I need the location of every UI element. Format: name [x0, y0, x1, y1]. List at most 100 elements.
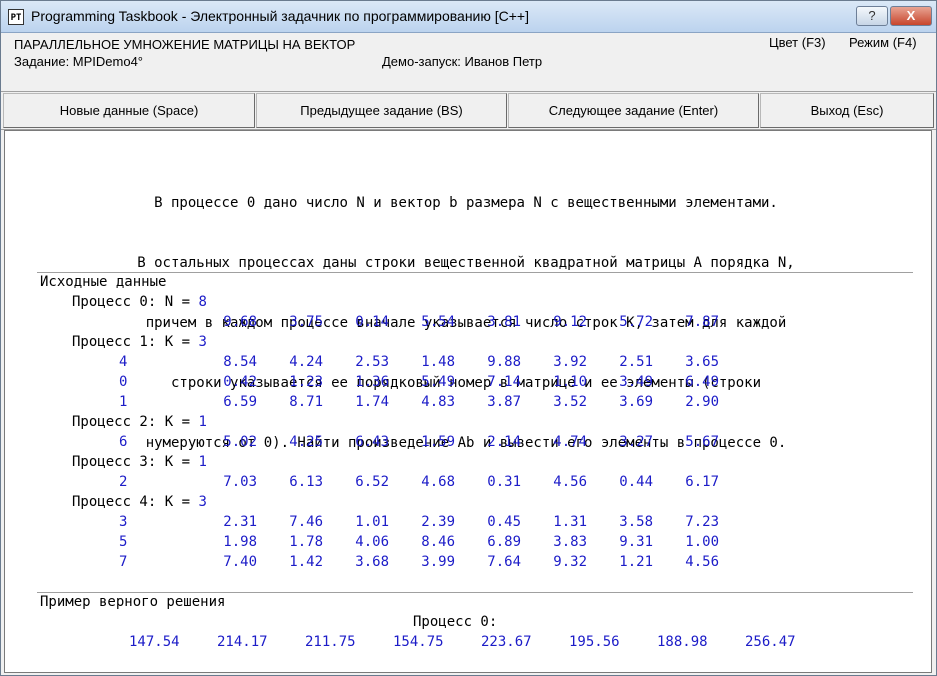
matrix-row: 4 8.54 4.24 2.53 1.48 9.88 3.92 2.51 3.65 [5, 352, 925, 372]
matrix-row: 2 7.03 6.13 6.52 4.68 0.31 4.56 0.44 6.17 [5, 472, 925, 492]
value-cell: 1.59 [421, 434, 455, 450]
value-cell: 1.74 [355, 394, 389, 410]
value-cell: 2.14 [487, 434, 521, 450]
process-0-header: Процесс 0: N = 8 [5, 292, 925, 312]
result-value: 214.17 [217, 634, 268, 650]
value-cell: 3.92 [553, 354, 587, 370]
process-label: Процесс 2: K = [72, 414, 199, 430]
window-title: Programming Taskbook - Электронный задач… [31, 8, 529, 24]
value-cell: 7.14 [487, 374, 521, 390]
exit-button[interactable]: Выход (Esc) [760, 93, 934, 128]
value-cell: 1.01 [355, 514, 389, 530]
value-cell: 8.71 [289, 394, 323, 410]
value-cell: 3.87 [487, 394, 521, 410]
value-cell: 2.39 [421, 514, 455, 530]
description-line: В процессе 0 дано число N и вектор b раз… [154, 195, 778, 211]
value-cell: 0.42 [223, 374, 257, 390]
value-cell: 1.36 [355, 374, 389, 390]
value-cell: 2.51 [619, 354, 653, 370]
help-button[interactable]: ? [856, 6, 888, 26]
close-button[interactable]: X [890, 6, 932, 26]
value-cell: 6.43 [355, 434, 389, 450]
result-value: 223.67 [481, 634, 532, 650]
color-mode-link[interactable]: Цвет (F3) [769, 35, 826, 50]
task-title: ПАРАЛЛЕЛЬНОЕ УМНОЖЕНИЕ МАТРИЦЫ НА ВЕКТОР [14, 37, 356, 52]
value-cell: 6.89 [487, 534, 521, 550]
description-line: В остальных процессах даны строки вещест… [137, 255, 795, 271]
value-cell: 5.02 [223, 434, 257, 450]
solution-values-row: 147.54 214.17 211.75 154.75 223.67 195.56 188.… [5, 632, 925, 652]
result-value: 147.54 [129, 634, 180, 650]
matrix-row: 3 2.31 7.46 1.01 2.39 0.45 1.31 3.58 7.23 [5, 512, 925, 532]
value-cell: 1.23 [289, 374, 323, 390]
value-cell: 7.64 [487, 554, 521, 570]
value-cell: 2.53 [355, 354, 389, 370]
matrix-row: 1 6.59 8.71 1.74 4.83 3.87 3.52 3.69 2.90 [5, 392, 925, 412]
value-cell: 7.23 [685, 514, 719, 530]
count-value: 1 [198, 414, 207, 430]
row-index: 7 [119, 554, 128, 570]
value-cell: 1.98 [223, 534, 257, 550]
value-cell: 5.72 [619, 314, 653, 330]
matrix-row: 7 7.40 1.42 3.68 3.99 7.64 9.32 1.21 4.56 [5, 552, 925, 572]
value-cell: 4.06 [355, 534, 389, 550]
application-window: PT Programming Taskbook - Электронный за… [0, 0, 937, 676]
value-cell: 2.90 [685, 394, 719, 410]
value-cell: 1.78 [289, 534, 323, 550]
value-cell: 4.56 [685, 554, 719, 570]
title-bar[interactable]: PT Programming Taskbook - Электронный за… [1, 1, 936, 33]
value-cell: 3.83 [553, 534, 587, 550]
value-cell: 0.44 [619, 474, 653, 490]
solution-process-label: Процесс 0: [413, 614, 498, 630]
value-cell: 6.49 [685, 374, 719, 390]
value-cell: 9.68 [223, 314, 257, 330]
value-cell: 3.69 [619, 394, 653, 410]
value-cell: 3.99 [421, 554, 455, 570]
result-value: 154.75 [393, 634, 444, 650]
value-cell: 6.17 [685, 474, 719, 490]
new-data-button[interactable]: Новые данные (Space) [3, 93, 255, 128]
value-cell: 4.56 [553, 474, 587, 490]
value-cell: 0.31 [487, 474, 521, 490]
task-name: Задание: MPIDemo4° [14, 54, 144, 69]
value-cell: 3.52 [553, 394, 587, 410]
task-content-area: В процессе 0 дано число N и вектор b раз… [4, 130, 932, 673]
process-label: Процесс 4: K = [72, 494, 199, 510]
row-index: 1 [119, 394, 128, 410]
section-divider [37, 272, 913, 273]
value-cell: 3.58 [619, 514, 653, 530]
value-cell: 7.03 [223, 474, 257, 490]
value-cell: 9.31 [619, 534, 653, 550]
solution-section-header: Пример верного решения [40, 594, 226, 610]
matrix-row: 9.68 3.75 0.14 5.54 3.81 9.12 5.72 7.87 [5, 312, 925, 332]
next-task-button[interactable]: Следующее задание (Enter) [508, 93, 759, 128]
row-index: 4 [119, 354, 128, 370]
row-index: 0 [119, 374, 128, 390]
process-label: Процесс 3: K = [72, 454, 199, 470]
prev-task-button[interactable]: Предыдущее задание (BS) [256, 93, 507, 128]
value-cell: 3.27 [619, 434, 653, 450]
process-header: Процесс 4: K = 3 [5, 492, 925, 512]
process-header: Процесс 2: K = 1 [5, 412, 925, 432]
input-section-header: Исходные данные [40, 274, 167, 290]
task-info-bar: ПАРАЛЛЕЛЬНОЕ УМНОЖЕНИЕ МАТРИЦЫ НА ВЕКТОР… [1, 33, 936, 88]
value-cell: 7.40 [223, 554, 257, 570]
value-cell: 3.75 [289, 314, 323, 330]
value-cell: 3.65 [685, 354, 719, 370]
process-label: Процесс 0: N = [72, 294, 199, 310]
row-index: 6 [119, 434, 128, 450]
matrix-row: 5 1.98 1.78 4.06 8.46 6.89 3.83 9.31 1.00 [5, 532, 925, 552]
process-label: Процесс 1: K = [72, 334, 199, 350]
value-cell: 7.87 [685, 314, 719, 330]
matrix-row: 0 0.42 1.23 1.36 5.49 7.14 1.10 3.49 6.49 [5, 372, 925, 392]
value-cell: 9.12 [553, 314, 587, 330]
value-cell: 5.49 [421, 374, 455, 390]
value-cell: 1.31 [553, 514, 587, 530]
row-index: 2 [119, 474, 128, 490]
value-cell: 9.32 [553, 554, 587, 570]
display-mode-link[interactable]: Режим (F4) [849, 35, 917, 50]
process-header: Процесс 3: K = 1 [5, 452, 925, 472]
app-icon[interactable]: PT [8, 9, 24, 25]
demo-run-label: Демо-запуск: Иванов Петр [382, 54, 543, 69]
value-cell: 2.31 [223, 514, 257, 530]
